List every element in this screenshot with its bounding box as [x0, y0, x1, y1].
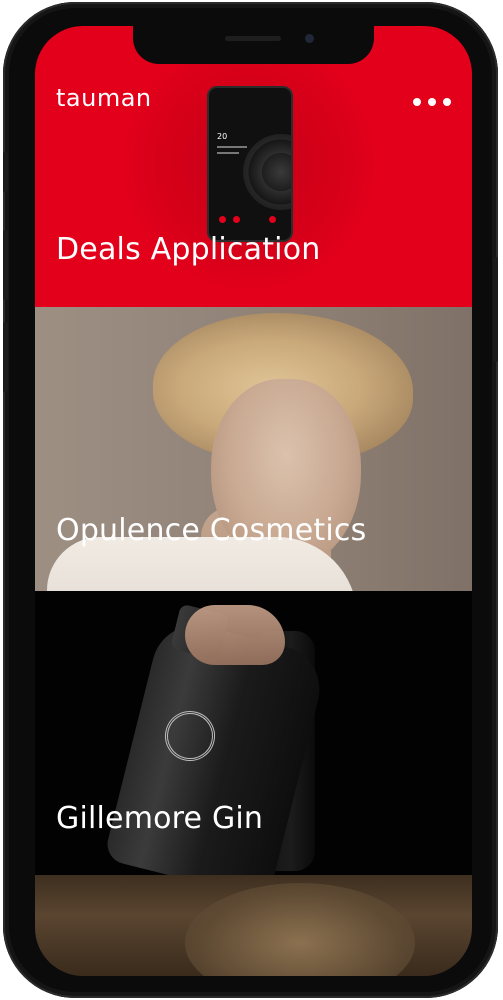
project-title[interactable]: Gillemore Gin	[56, 801, 263, 836]
silent-switch	[3, 152, 8, 192]
deals-app-preview: 20	[207, 86, 293, 242]
menu-dot	[443, 98, 451, 106]
preview-dot-red	[219, 216, 226, 223]
project-title[interactable]: Deals Application	[56, 232, 320, 267]
vinyl-disc-image	[243, 134, 291, 210]
volume-down-button	[3, 322, 8, 392]
more-horizontal-icon[interactable]	[413, 96, 451, 108]
volume-up-button	[3, 230, 8, 300]
project-card-opulence[interactable]: Opulence Cosmetics	[35, 307, 472, 591]
menu-dot	[428, 98, 436, 106]
project-card-deals[interactable]: 20 tauman Deals Application	[35, 26, 472, 307]
preview-text-line	[217, 146, 247, 148]
project-image	[185, 883, 415, 976]
menu-dot	[413, 98, 421, 106]
front-camera	[305, 34, 314, 43]
phone-screen: 20 tauman Deals Application Opulence Cos…	[35, 26, 472, 976]
brand-logo[interactable]: tauman	[56, 84, 152, 112]
project-card-next[interactable]	[35, 875, 472, 976]
preview-text-line	[217, 152, 239, 154]
notch	[133, 26, 374, 64]
project-title[interactable]: Opulence Cosmetics	[56, 513, 366, 548]
hand-image	[185, 605, 285, 665]
power-button	[493, 257, 498, 362]
preview-dot-red	[233, 216, 240, 223]
preview-number: 20	[217, 132, 228, 141]
speaker-grille	[225, 36, 281, 41]
preview-dot-red	[269, 216, 276, 223]
phone-mockup: 20 tauman Deals Application Opulence Cos…	[3, 2, 498, 998]
project-card-gillemore[interactable]: Gillemore Gin	[35, 591, 472, 875]
